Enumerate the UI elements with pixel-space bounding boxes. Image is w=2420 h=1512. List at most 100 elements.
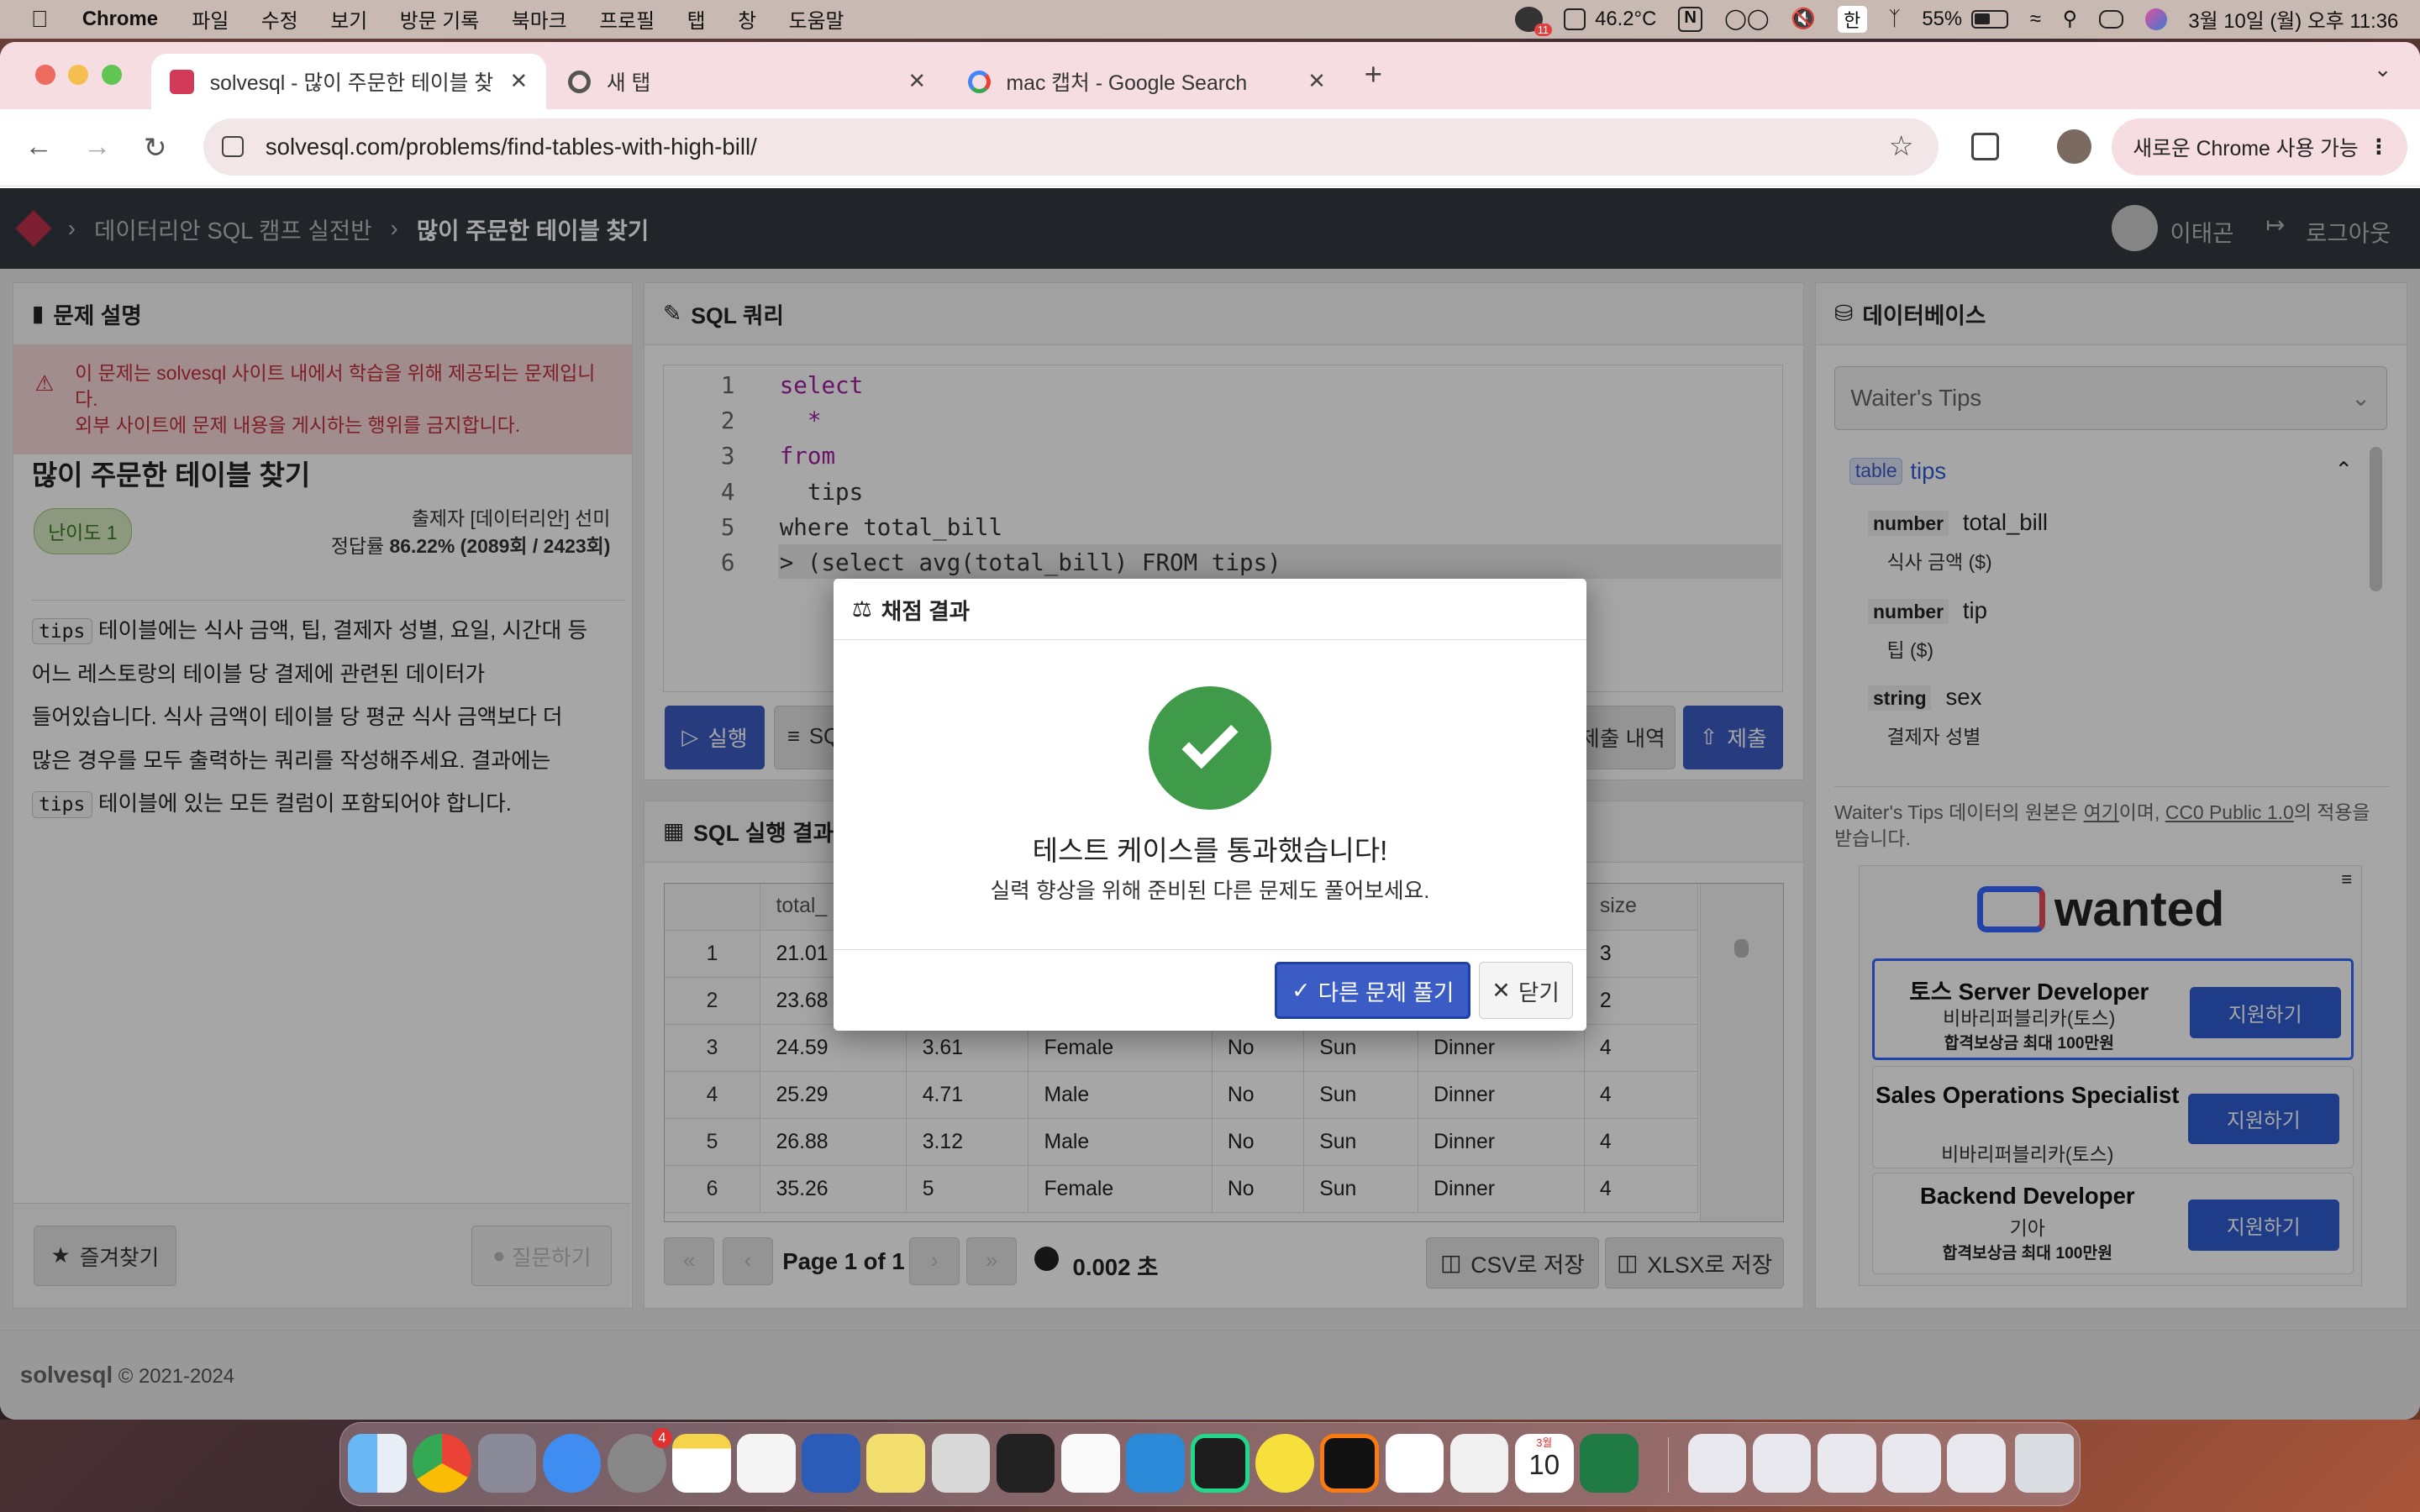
- close-modal-button[interactable]: ✕ 닫기: [1478, 962, 1573, 1020]
- google-favicon: [967, 70, 992, 94]
- desktop:  Chrome 파일 수정 보기 방문 기록 북마크 프로필 탭 창 도움말 …: [0, 0, 2420, 1512]
- settings-badge: 4: [652, 1427, 672, 1448]
- url-text: solvesql.com/problems/find-tables-with-h…: [265, 134, 757, 160]
- new-tab-button[interactable]: +: [1365, 57, 1382, 92]
- next-problem-button[interactable]: ✓ 다른 문제 풀기: [1275, 962, 1471, 1020]
- close-tab-icon[interactable]: ✕: [1307, 69, 1326, 94]
- glasses-icon[interactable]: ◯◯: [1724, 7, 1769, 31]
- address-bar[interactable]: solvesql.com/problems/find-tables-with-h…: [203, 118, 1939, 176]
- stickies-icon[interactable]: [866, 1434, 926, 1494]
- site-info-icon[interactable]: [222, 135, 245, 158]
- back-button[interactable]: ←: [24, 131, 52, 163]
- intellij-icon[interactable]: [1320, 1434, 1380, 1494]
- scale-icon: ⚖: [851, 596, 872, 622]
- finder-icon[interactable]: [348, 1434, 408, 1494]
- grading-result-modal: ⚖ 채점 결과 테스트 케이스를 통과했습니다! 실력 향상을 위해 준비된 다…: [833, 578, 1587, 1031]
- recent-window-thumbnail[interactable]: [1881, 1434, 1941, 1494]
- notes-icon[interactable]: [671, 1434, 731, 1494]
- modal-subtext: 실력 향상을 위해 준비된 다른 문제도 풀어보세요.: [990, 879, 1430, 903]
- battery-icon[interactable]: [1971, 9, 2009, 29]
- reload-button[interactable]: ↻: [144, 131, 167, 165]
- wifi-icon[interactable]: ≈: [2030, 8, 2041, 31]
- menu-tab[interactable]: 탭: [687, 4, 706, 34]
- input-source[interactable]: 한: [1837, 5, 1867, 33]
- dock-divider: [1667, 1436, 1670, 1494]
- tab-title: 새 탭: [606, 72, 651, 96]
- forward-button[interactable]: →: [83, 131, 111, 163]
- search-icon[interactable]: ⚲: [2063, 7, 2077, 31]
- bookmark-star-icon[interactable]: ☆: [1889, 129, 1914, 163]
- calendar-month: 3월: [1536, 1436, 1553, 1450]
- recent-window-thumbnail[interactable]: [1947, 1434, 2006, 1494]
- menu-edit[interactable]: 수정: [261, 4, 298, 34]
- close-tab-icon[interactable]: ✕: [510, 69, 529, 94]
- notification-icon[interactable]: 11: [1514, 7, 1552, 37]
- tab-google-search[interactable]: mac 캡처 - Google Search ✕: [950, 54, 1344, 109]
- recent-window-thumbnail[interactable]: [1752, 1434, 1812, 1494]
- tab-search-button[interactable]: ⌄: [2374, 57, 2392, 82]
- control-center-icon[interactable]: [2098, 9, 2124, 29]
- menu-help[interactable]: 도움말: [789, 4, 844, 34]
- modal-title: 채점 결과: [881, 598, 971, 624]
- notion-menu-icon[interactable]: N: [1678, 7, 1703, 32]
- menu-view[interactable]: 보기: [330, 4, 367, 34]
- tab-solvesql[interactable]: solvesql - 많이 주문한 테이블 찾기 ✕: [151, 54, 547, 110]
- more-menu-icon[interactable]: ⋮: [2368, 134, 2389, 160]
- modal-header: ⚖ 채점 결과: [833, 579, 1587, 641]
- solvesql-favicon: [170, 69, 195, 94]
- close-label: 닫기: [1518, 979, 1560, 1005]
- close-icon: ✕: [1491, 977, 1511, 1003]
- dock: 4 3월 10: [339, 1422, 2081, 1506]
- menu-bar:  Chrome 파일 수정 보기 방문 기록 북마크 프로필 탭 창 도움말 …: [0, 0, 2420, 39]
- bluetooth-icon[interactable]: ᛉ: [1888, 8, 1900, 31]
- toolbar: ← → ↻ solvesql.com/problems/find-tables-…: [0, 109, 2420, 187]
- apple-icon[interactable]: : [31, 6, 49, 33]
- menu-history[interactable]: 방문 기록: [400, 4, 479, 34]
- modal-footer: ✓ 다른 문제 풀기 ✕ 닫기: [833, 948, 1587, 1031]
- mute-icon[interactable]: 🔇: [1791, 7, 1816, 31]
- vscode-icon[interactable]: [1125, 1434, 1185, 1494]
- typora-icon[interactable]: [1060, 1434, 1120, 1494]
- tab-strip: solvesql - 많이 주문한 테이블 찾기 ✕ 새 탭 ✕ mac 캡처 …: [0, 41, 2420, 110]
- chrome-icon[interactable]: [413, 1434, 472, 1494]
- close-tab-icon[interactable]: ✕: [908, 69, 927, 94]
- word-icon[interactable]: [802, 1434, 861, 1494]
- battery-percent: 55%: [1922, 7, 1963, 30]
- close-window-button[interactable]: [35, 65, 56, 85]
- menu-window[interactable]: 창: [738, 4, 756, 34]
- safari-icon[interactable]: [542, 1434, 602, 1494]
- menu-profile[interactable]: 프로필: [599, 4, 655, 34]
- next-problem-label: 다른 문제 풀기: [1318, 979, 1455, 1005]
- menu-bookmarks[interactable]: 북마크: [512, 4, 567, 34]
- terminal-icon[interactable]: [996, 1434, 1055, 1494]
- menubar-clock[interactable]: 3월 10일 (월) 오후 11:36: [2188, 4, 2398, 34]
- calendar-icon[interactable]: 3월 10: [1514, 1434, 1574, 1494]
- tableau-icon[interactable]: [1449, 1434, 1509, 1494]
- tab-new[interactable]: 새 탭 ✕: [550, 54, 944, 109]
- trash-icon[interactable]: [2014, 1434, 2074, 1494]
- notification-badge: 11: [1534, 24, 1552, 37]
- system-settings-icon[interactable]: 4: [607, 1427, 672, 1494]
- cpu-temp: 46.2°C: [1595, 7, 1657, 30]
- excel-icon[interactable]: [1579, 1434, 1639, 1494]
- chrome-update-button[interactable]: 새로운 Chrome 사용 가능 ⋮: [2111, 118, 2408, 176]
- check-icon: ✓: [1292, 977, 1311, 1003]
- freeform-icon[interactable]: [737, 1434, 796, 1494]
- notion-icon[interactable]: [1385, 1434, 1444, 1494]
- kakaotalk-icon[interactable]: [1255, 1434, 1315, 1494]
- pycharm-icon[interactable]: [1191, 1434, 1249, 1494]
- app-menu[interactable]: Chrome: [82, 8, 158, 31]
- siri-icon[interactable]: [2144, 8, 2167, 30]
- tab-title: solvesql - 많이 주문한 테이블 찾기: [209, 72, 494, 96]
- zoom-window-button[interactable]: [102, 65, 123, 85]
- extensions-icon[interactable]: [1970, 132, 1999, 160]
- recent-window-thumbnail[interactable]: [1687, 1434, 1747, 1494]
- launchpad-icon[interactable]: [477, 1434, 537, 1494]
- minimize-window-button[interactable]: [67, 65, 88, 85]
- cpu-temp-icon[interactable]: [1564, 8, 1586, 30]
- recent-window-thumbnail[interactable]: [1817, 1434, 1876, 1494]
- menu-file[interactable]: 파일: [192, 4, 229, 34]
- profile-avatar[interactable]: [2057, 129, 2091, 164]
- screenshot-icon[interactable]: [931, 1434, 991, 1494]
- success-check-icon: [1148, 686, 1272, 811]
